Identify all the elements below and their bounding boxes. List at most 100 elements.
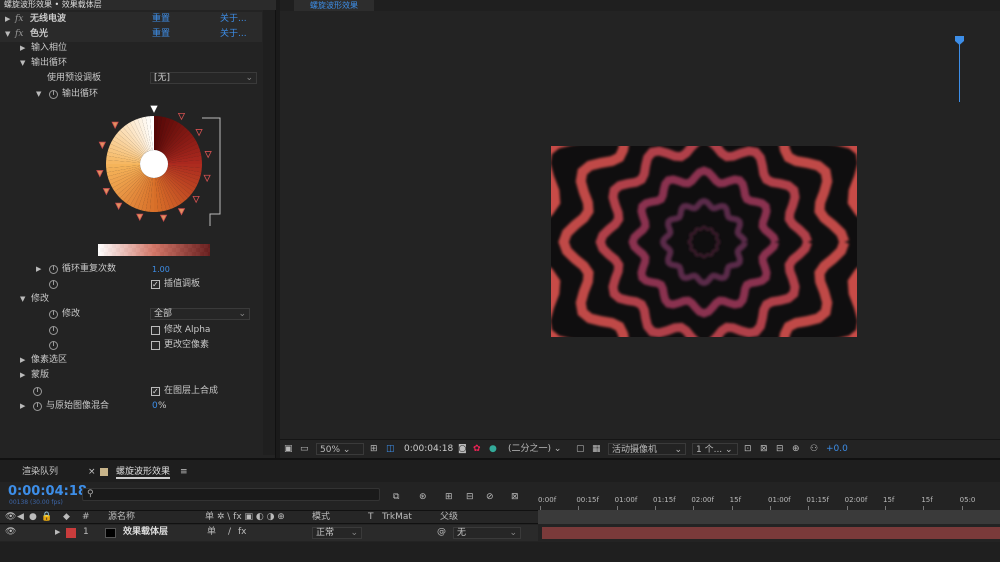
- about-link[interactable]: 关于...: [220, 12, 247, 27]
- effects-scrollbar[interactable]: [263, 10, 275, 455]
- interp-palette-row[interactable]: 插值调板: [0, 277, 262, 292]
- expand-arrow-icon[interactable]: ▶: [36, 262, 41, 277]
- layer-search-input[interactable]: ⚲: [82, 488, 380, 501]
- label-icon[interactable]: ◆: [63, 511, 70, 524]
- stopwatch-icon[interactable]: [33, 387, 42, 396]
- wheel-triangle-marker[interactable]: [204, 151, 212, 159]
- exposure-value[interactable]: +0.0: [826, 443, 848, 455]
- solo-icon[interactable]: ●: [29, 511, 37, 524]
- expand-arrow-icon[interactable]: ▶: [20, 353, 25, 368]
- mask-row[interactable]: ▶ 蒙版: [0, 368, 262, 383]
- preset-palette-dropdown[interactable]: [无] ⌄: [150, 72, 257, 84]
- about-link[interactable]: 关于...: [220, 27, 247, 42]
- camera-snapshot-icon[interactable]: ◙: [458, 443, 467, 455]
- resolution-dropdown[interactable]: (二分之一) ⌄: [508, 443, 561, 455]
- output-cycle-row[interactable]: ▼ 输出循环: [0, 56, 262, 71]
- wheel-triangle-marker[interactable]: [111, 121, 119, 130]
- output-cycle-sub-row[interactable]: ▼ 输出循环: [0, 87, 262, 102]
- output-cycle-wheel[interactable]: [92, 104, 232, 264]
- change-empty-pixels-row[interactable]: 更改空像素: [0, 338, 262, 353]
- modify-alpha-checkbox[interactable]: [151, 326, 160, 335]
- stopwatch-icon[interactable]: [49, 265, 58, 274]
- roi-icon[interactable]: ▢: [576, 443, 585, 455]
- panel-menu-icon[interactable]: ≡: [180, 465, 188, 479]
- wheel-triangle-marker[interactable]: [177, 112, 186, 121]
- viewer-timecode[interactable]: 0:00:04:18: [404, 443, 453, 455]
- timeline-icon[interactable]: ⊟: [776, 443, 784, 455]
- stopwatch-icon[interactable]: [49, 90, 58, 99]
- zoom-dropdown[interactable]: 50% ⌄: [316, 443, 364, 455]
- composite-on-layer-checkbox[interactable]: [151, 384, 160, 399]
- expand-arrow-icon[interactable]: ▶: [20, 41, 25, 56]
- expand-arrow-icon[interactable]: ▶: [55, 526, 60, 539]
- parent-dropdown[interactable]: 无 ⌄: [453, 527, 521, 539]
- tab-render-queue[interactable]: 渲染队列: [22, 465, 58, 479]
- fast-preview-icon[interactable]: ⊠: [760, 443, 768, 455]
- monitor-icon[interactable]: ▭: [300, 443, 309, 455]
- lock-icon[interactable]: 🔒: [41, 511, 52, 524]
- wheel-triangle-marker[interactable]: [159, 214, 168, 223]
- tab-composition[interactable]: 螺旋波形效果: [116, 465, 171, 479]
- change-empty-pixels-checkbox[interactable]: [151, 341, 160, 350]
- stopwatch-icon[interactable]: [49, 341, 58, 350]
- expand-arrow-icon[interactable]: ▶: [20, 368, 25, 383]
- comp-flowchart-icon[interactable]: ⊠: [511, 491, 519, 503]
- wheel-triangle-marker[interactable]: [102, 188, 111, 196]
- wheel-triangle-marker[interactable]: [192, 195, 200, 204]
- effect-radio-waves-row[interactable]: ▶ fx 无线电波 重置 关于...: [0, 12, 262, 27]
- draft-3d-icon[interactable]: ⧉: [393, 491, 399, 503]
- blend-original-row[interactable]: ▶ 与原始图像混合 0 %: [0, 399, 262, 414]
- layer-name[interactable]: 效果载体层: [123, 526, 168, 539]
- flowchart-icon[interactable]: ⊕: [792, 443, 800, 455]
- interp-palette-checkbox[interactable]: [151, 277, 160, 292]
- shy-switch-icon[interactable]: 单: [207, 526, 216, 539]
- collapse-arrow-icon[interactable]: ▼: [36, 87, 41, 102]
- channel-icon[interactable]: ●: [489, 443, 497, 455]
- modify-group-row[interactable]: ▼ 修改: [0, 292, 262, 307]
- modify-dropdown[interactable]: 全部 ⌄: [150, 308, 250, 320]
- composite-on-layer-row[interactable]: 在图层上合成: [0, 384, 262, 399]
- wheel-triangle-marker[interactable]: [96, 170, 104, 178]
- fx-icon[interactable]: fx: [15, 27, 23, 42]
- work-area-bar[interactable]: [538, 510, 1000, 524]
- time-ruler[interactable]: 0:00f 00:15f 01:00f 01:15f 02:00f 15f 01:00f 01…: [538, 484, 1000, 510]
- playhead-line[interactable]: [959, 36, 960, 102]
- layer-mode-dropdown[interactable]: 正常 ⌄: [312, 527, 362, 539]
- close-icon[interactable]: ×: [88, 465, 96, 479]
- stopwatch-icon[interactable]: [33, 402, 42, 411]
- pick-whip-icon[interactable]: @: [437, 526, 446, 539]
- collapse-arrow-icon[interactable]: ▼: [20, 292, 25, 307]
- expand-arrow-icon[interactable]: ▶: [5, 12, 10, 27]
- wheel-triangle-marker[interactable]: [177, 208, 186, 216]
- wheel-triangle-marker[interactable]: [203, 174, 211, 183]
- composition-frame[interactable]: [551, 146, 857, 337]
- exposure-icon[interactable]: ⚇: [810, 443, 818, 455]
- reset-exposure-icon[interactable]: ⊡: [744, 443, 752, 455]
- frame-blending-icon[interactable]: ⊞: [445, 491, 453, 503]
- shy-layers-icon[interactable]: ⊛: [419, 491, 427, 503]
- reset-link[interactable]: 重置: [152, 12, 170, 27]
- camera-dropdown[interactable]: 活动摄像机 ⌄: [608, 443, 686, 455]
- stopwatch-icon[interactable]: [49, 310, 58, 319]
- reset-link[interactable]: 重置: [152, 27, 170, 42]
- stopwatch-icon[interactable]: [49, 280, 58, 289]
- wheel-triangle-marker[interactable]: [195, 129, 203, 137]
- collapse-arrow-icon[interactable]: ▼: [20, 56, 25, 71]
- region-icon[interactable]: ▣: [284, 443, 293, 455]
- eye-icon[interactable]: 👁: [5, 526, 16, 539]
- input-phase-row[interactable]: ▶ 输入相位: [0, 41, 262, 56]
- stopwatch-icon[interactable]: [49, 326, 58, 335]
- motion-blur-icon[interactable]: ⊟: [466, 491, 474, 503]
- expand-arrow-icon[interactable]: ▶: [20, 399, 25, 414]
- cycle-repeat-value[interactable]: 1.00: [152, 262, 170, 277]
- audio-icon[interactable]: ◀: [17, 511, 24, 524]
- effect-colorama-row[interactable]: ▼ fx 色光 重置 关于...: [0, 27, 262, 42]
- wheel-triangle-marker[interactable]: [136, 213, 144, 222]
- grid-icon[interactable]: ⊞: [370, 443, 378, 455]
- fx-switch-icon[interactable]: fx: [238, 526, 247, 539]
- collapse-arrow-icon[interactable]: ▼: [5, 27, 10, 42]
- wheel-triangle-marker[interactable]: [150, 105, 158, 113]
- blend-value[interactable]: 0: [152, 399, 158, 414]
- views-dropdown[interactable]: 1 个... ⌄: [692, 443, 738, 455]
- cycle-repeat-row[interactable]: ▶ 循环重复次数 1.00: [0, 262, 262, 277]
